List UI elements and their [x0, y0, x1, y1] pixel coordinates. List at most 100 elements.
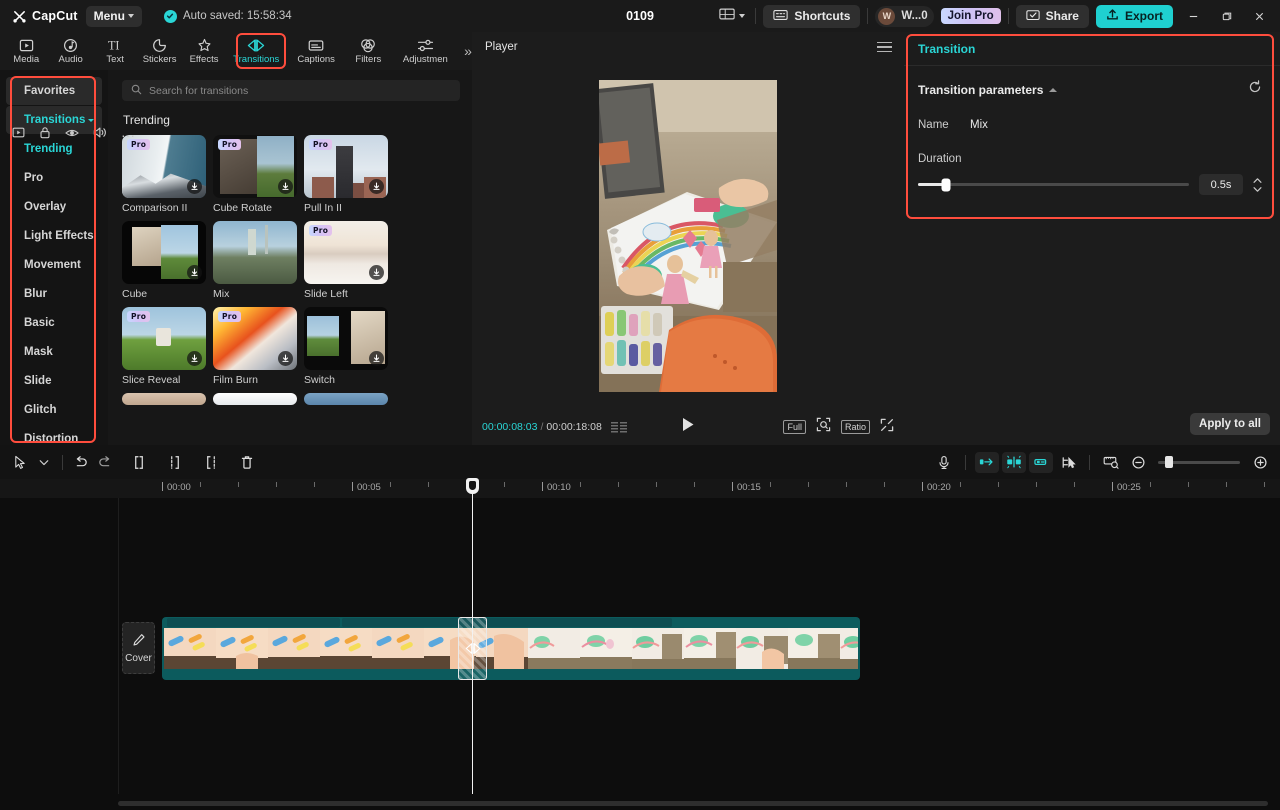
transition-card-slide-left[interactable]: Pro Slide Left [304, 221, 388, 300]
delete-icon[interactable] [235, 450, 259, 474]
cover-button[interactable]: Cover [122, 622, 155, 674]
keyframe-in-icon[interactable] [975, 451, 999, 473]
more-tabs-button[interactable]: » [464, 43, 472, 59]
zoom-in-icon[interactable] [1248, 450, 1272, 474]
tab-captions[interactable]: Captions [286, 33, 346, 69]
timeline-ruler[interactable]: 00:00 00:05 00:10 00:15 00:20 00:25 [0, 479, 1280, 498]
tab-text[interactable]: TI Text [93, 33, 137, 69]
undo-icon[interactable] [69, 450, 93, 474]
ratio-button[interactable]: Ratio [840, 420, 870, 434]
microphone-icon[interactable] [932, 450, 956, 474]
zoom-slider-knob[interactable] [1165, 456, 1174, 468]
keyframe-out-icon[interactable] [1029, 451, 1053, 473]
reset-icon[interactable] [1248, 80, 1262, 99]
account-button[interactable]: W W...0 [875, 5, 934, 27]
transition-card-cube[interactable]: Cube [122, 221, 206, 300]
share-button[interactable]: Share [1015, 4, 1089, 28]
adjustment-icon [417, 37, 434, 53]
mirror-icon[interactable] [1002, 451, 1026, 473]
tab-effects[interactable]: Effects [182, 33, 226, 69]
cursor-split-icon[interactable] [1056, 450, 1080, 474]
transition-card-partial-2[interactable] [213, 393, 297, 405]
crop-icon[interactable] [816, 417, 831, 437]
sidebar-item-mask[interactable]: Mask [6, 338, 102, 366]
duration-stepper[interactable] [1253, 177, 1262, 192]
menu-button[interactable]: Menu [85, 5, 142, 27]
sidebar-item-movement[interactable]: Movement [6, 251, 102, 279]
split-icon[interactable] [127, 450, 151, 474]
export-button[interactable]: Export [1095, 4, 1173, 28]
transition-card-partial-1[interactable] [122, 393, 206, 405]
zoom-out-icon[interactable] [1126, 450, 1150, 474]
transition-card-switch[interactable]: Switch [304, 307, 388, 386]
transition-card-comparison-ii[interactable]: Pro Comparison II [122, 135, 206, 214]
fit-timeline-icon[interactable] [1099, 450, 1123, 474]
download-icon[interactable] [278, 179, 293, 194]
apply-to-all-button[interactable]: Apply to all [1190, 413, 1270, 435]
download-icon[interactable] [187, 265, 202, 280]
download-icon[interactable] [187, 351, 202, 366]
redo-icon[interactable] [93, 450, 117, 474]
transition-card-mix[interactable]: Mix [213, 221, 297, 300]
maximize-button[interactable] [1213, 4, 1239, 28]
clip-segment-bar-1 [167, 618, 340, 627]
layout-button[interactable] [716, 5, 748, 28]
download-icon[interactable] [369, 351, 384, 366]
sidebar-item-light-effects[interactable]: Light Effects [6, 222, 102, 250]
tab-audio[interactable]: Audio [48, 33, 92, 69]
timeline-playhead[interactable] [466, 478, 479, 794]
minimize-button[interactable] [1180, 4, 1206, 28]
download-icon[interactable] [369, 265, 384, 280]
sidebar-item-slide[interactable]: Slide [6, 367, 102, 395]
close-button[interactable] [1246, 4, 1272, 28]
transition-card-partial-3[interactable] [304, 393, 388, 405]
transition-card-pull-in-ii[interactable]: Pro Pull In II [304, 135, 388, 214]
tab-media[interactable]: Media [4, 33, 48, 69]
hamburger-icon[interactable] [877, 41, 892, 53]
chevron-up-icon[interactable] [1049, 87, 1058, 92]
eye-icon[interactable] [65, 126, 79, 144]
play-button[interactable] [682, 417, 695, 437]
select-arrow-icon[interactable] [8, 450, 32, 474]
sidebar-item-glitch[interactable]: Glitch [6, 396, 102, 424]
duration-input[interactable]: 0.5s [1199, 174, 1243, 195]
playhead-handle[interactable] [466, 478, 479, 494]
sidebar-item-overlay[interactable]: Overlay [6, 193, 102, 221]
transition-thumbnail: Pro [213, 307, 297, 370]
download-icon[interactable] [187, 179, 202, 194]
tab-transitions[interactable]: Transitions [226, 33, 286, 69]
sidebar-item-basic[interactable]: Basic [6, 309, 102, 337]
timecode-list-icon[interactable] [610, 421, 627, 433]
name-value: Mix [970, 119, 988, 131]
lock-icon[interactable] [39, 126, 51, 144]
sidebar-item-favorites[interactable]: Favorites [6, 77, 102, 105]
video-clip[interactable] [162, 617, 860, 680]
trim-left-icon[interactable] [163, 450, 187, 474]
keyboard-icon [773, 9, 789, 24]
trim-right-icon[interactable] [199, 450, 223, 474]
pro-badge: Pro [218, 311, 242, 322]
transition-card-slice-reveal[interactable]: Pro Slice Reveal [122, 307, 206, 386]
transition-card-film-burn[interactable]: Pro Film Burn [213, 307, 297, 386]
duration-slider[interactable] [918, 178, 1189, 191]
tool-dropdown-chevron-down-icon[interactable] [32, 450, 56, 474]
duration-slider-knob[interactable] [941, 178, 951, 191]
filmstrip-frame [320, 628, 372, 669]
track-preview-icon[interactable] [12, 126, 25, 144]
timeline-zoom-slider[interactable] [1158, 456, 1240, 468]
tab-stickers[interactable]: Stickers [137, 33, 181, 69]
sidebar-item-pro[interactable]: Pro [6, 164, 102, 192]
download-icon[interactable] [278, 351, 293, 366]
full-quality-button[interactable]: Full [783, 420, 806, 434]
search-input[interactable]: Search for transitions [122, 80, 460, 101]
timeline-horizontal-scrollbar[interactable] [118, 801, 1268, 806]
tab-adjustment[interactable]: Adjustmen [391, 33, 461, 69]
join-pro-button[interactable]: Join Pro [940, 8, 1001, 24]
shortcuts-button[interactable]: Shortcuts [763, 4, 861, 28]
volume-icon[interactable] [93, 126, 107, 144]
tab-filters[interactable]: Filters [346, 33, 390, 69]
transition-card-cube-rotate[interactable]: Pro Cube Rotate [213, 135, 297, 214]
fullscreen-icon[interactable] [880, 418, 894, 437]
sidebar-item-blur[interactable]: Blur [6, 280, 102, 308]
download-icon[interactable] [369, 179, 384, 194]
